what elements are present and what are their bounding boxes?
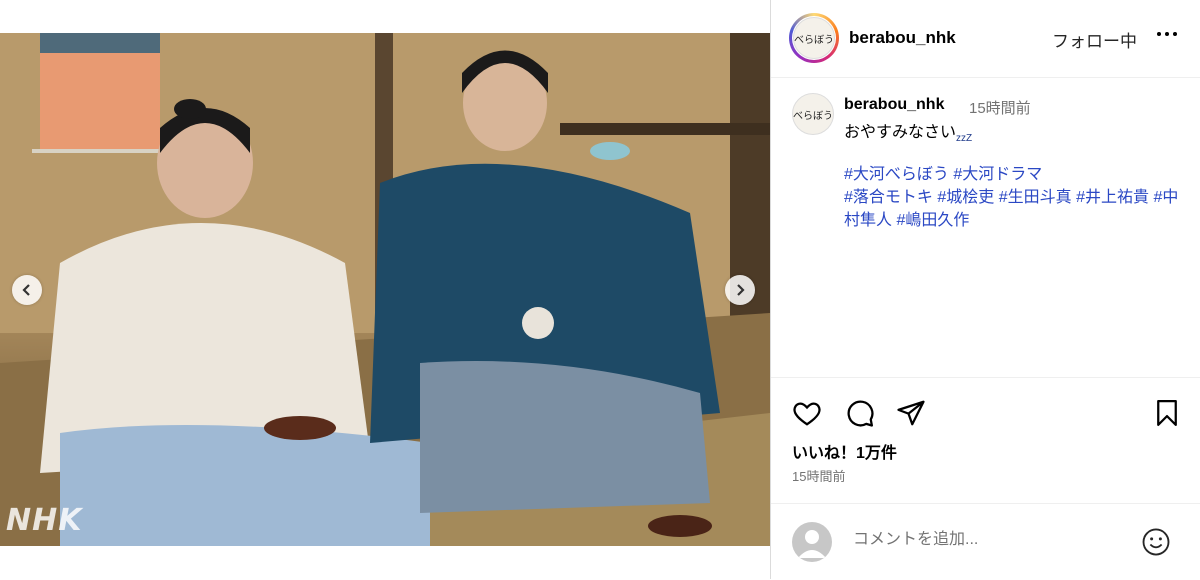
emoji-button[interactable]: [1141, 527, 1171, 557]
chevron-right-icon: [737, 284, 745, 296]
share-button[interactable]: [896, 398, 926, 428]
hashtag-link[interactable]: #大河ドラマ: [953, 166, 1042, 183]
caption-username[interactable]: berabou_nhk: [844, 96, 944, 114]
share-icon: [897, 400, 925, 426]
caption-timestamp: 15時間前: [969, 100, 1031, 117]
hashtag-list: #大河べらぼう #大河ドラマ #落合モトキ #城桧吏 #生田斗真 #井上祐貴 #…: [844, 163, 1184, 232]
avatar: べらぼう: [792, 93, 834, 135]
following-button[interactable]: フォロー中: [1052, 27, 1137, 52]
carousel-next-button[interactable]: [725, 275, 755, 305]
story-avatar[interactable]: べらぼう: [789, 13, 839, 63]
hashtag-link[interactable]: #井上祐貴: [1076, 189, 1149, 206]
hashtag-link[interactable]: #生田斗真: [999, 189, 1072, 206]
caption-avatar[interactable]: べらぼう: [792, 93, 834, 135]
post-media-panel: NHK: [0, 0, 770, 579]
smiley-icon: [1142, 528, 1170, 556]
more-options-button[interactable]: [1155, 22, 1179, 52]
post-date[interactable]: 15時間前: [792, 466, 845, 485]
post-detail-panel: べらぼう berabou_nhk フォロー中 べらぼう berabou_nhk …: [770, 0, 1200, 579]
avatar: べらぼう: [793, 17, 835, 59]
hashtag-link[interactable]: #大河べらぼう: [844, 166, 949, 183]
default-user-icon: [798, 530, 826, 558]
header-username[interactable]: berabou_nhk: [849, 28, 956, 48]
nhk-watermark: NHK: [6, 503, 83, 538]
comment-composer: [771, 503, 1200, 580]
save-button[interactable]: [1152, 398, 1182, 428]
photo-illustration: [0, 33, 770, 546]
avatar: [792, 522, 832, 562]
post-header: べらぼう berabou_nhk フォロー中: [771, 0, 1200, 78]
comment-icon: [847, 400, 874, 427]
hashtag-link[interactable]: #城桧吏: [937, 189, 994, 206]
comment-button[interactable]: [845, 398, 875, 428]
chevron-left-icon: [22, 284, 30, 296]
hashtag-link[interactable]: #落合モトキ: [844, 189, 933, 206]
carousel-prev-button[interactable]: [12, 275, 42, 305]
caption-body: おやすみなさい: [844, 124, 957, 141]
comment-input[interactable]: [851, 530, 1125, 550]
hashtag-link[interactable]: #嶋田久作: [896, 212, 969, 229]
bookmark-icon: [1157, 400, 1177, 426]
like-button[interactable]: [792, 398, 822, 428]
more-horizontal-icon: [1157, 32, 1177, 36]
post-photo[interactable]: NHK: [0, 33, 770, 546]
sleep-mark: zzZ: [956, 133, 973, 145]
heart-icon: [793, 402, 821, 426]
post-actions: いいね！1万件 15時間前: [771, 377, 1200, 484]
caption-text: おやすみなさいzzZ: [844, 118, 972, 144]
like-count[interactable]: いいね！1万件: [792, 439, 897, 463]
